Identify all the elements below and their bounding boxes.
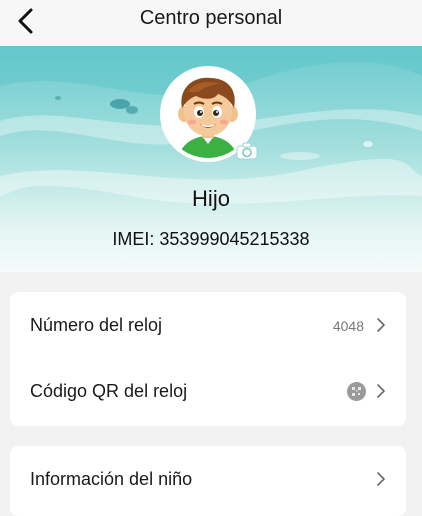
chevron-right-icon (377, 472, 385, 486)
chevron-right-icon (377, 318, 385, 332)
child-info-label: Información del niño (30, 469, 193, 489)
child-info-row[interactable]: Información del niño (10, 446, 406, 512)
top-bar: Centro personal (0, 0, 422, 46)
profile-banner: Hijo IMEI: 353999045215338 (0, 46, 422, 272)
watch-number-row[interactable]: Número del reloj 4048 (10, 292, 406, 358)
chevron-right-icon (377, 384, 385, 398)
change-photo-button[interactable] (236, 142, 258, 160)
watch-number-label: Número del reloj (30, 315, 163, 335)
watch-number-value: 4048 (332, 318, 364, 334)
imei-label: IMEI: 353999045215338 (112, 229, 310, 249)
watch-qr-row[interactable]: Código QR del reloj (10, 358, 406, 424)
camera-icon (236, 142, 258, 160)
watch-qr-label: Código QR del reloj (30, 381, 188, 401)
qr-code-icon (347, 382, 366, 401)
child-name: Hijo (192, 186, 230, 211)
page-title: Centro personal (139, 7, 283, 29)
watch-settings-card: Número del reloj 4048 Código QR del relo… (10, 292, 406, 426)
